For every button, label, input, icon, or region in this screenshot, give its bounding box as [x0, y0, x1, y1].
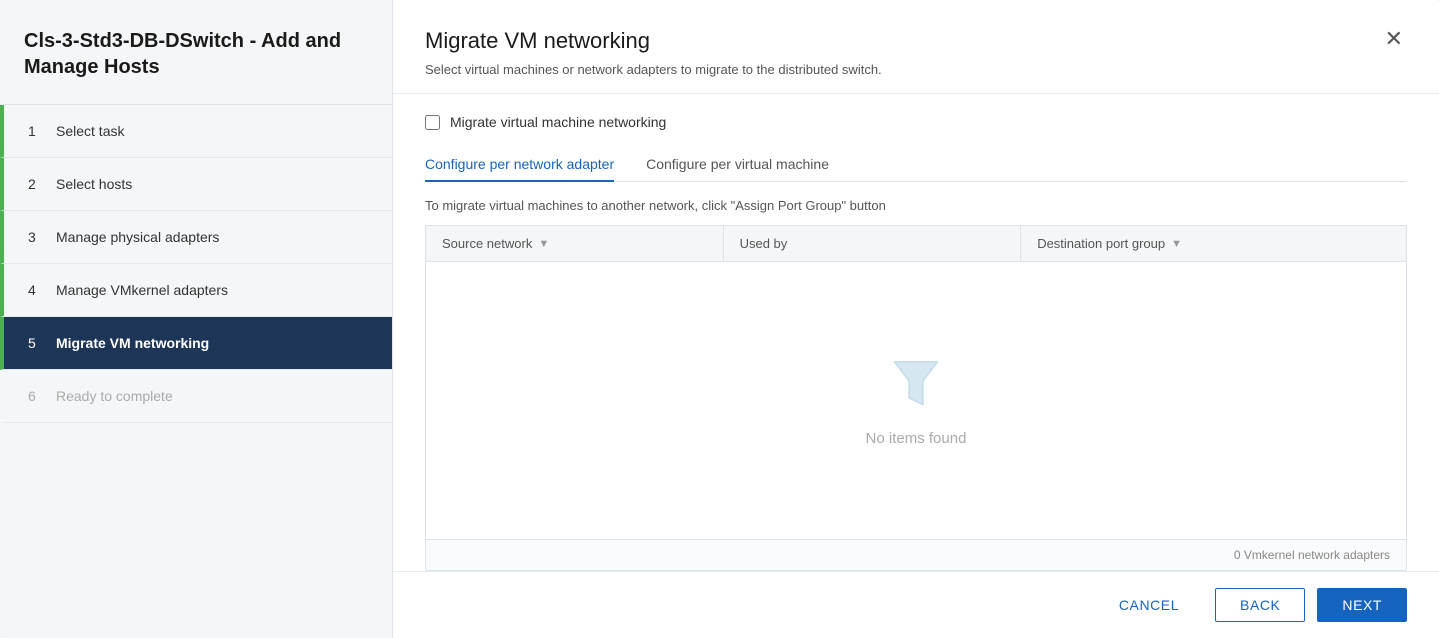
step-number: 3 [28, 229, 44, 245]
back-button[interactable]: BACK [1215, 588, 1305, 622]
step-number: 6 [28, 388, 44, 404]
migrate-checkbox-row: Migrate virtual machine networking [425, 114, 1407, 130]
info-text: To migrate virtual machines to another n… [425, 198, 1407, 213]
sidebar-step-select-task[interactable]: 1 Select task [0, 105, 392, 158]
tab-1[interactable]: Configure per virtual machine [646, 148, 829, 182]
step-label: Select task [56, 123, 124, 139]
tabs-bar: Configure per network adapter Configure p… [425, 148, 1407, 182]
content-panel: Migrate VM networking Select virtual mac… [393, 0, 1439, 638]
empty-state: No items found [866, 355, 967, 447]
col-source-network: Source network ▼ [426, 226, 724, 261]
step-number: 4 [28, 282, 44, 298]
col-destination: Destination port group ▼ [1021, 226, 1406, 261]
migrate-checkbox-label[interactable]: Migrate virtual machine networking [450, 114, 666, 130]
sidebar-steps: 1 Select task2 Select hosts3 Manage phys… [0, 105, 392, 638]
content-body: Migrate virtual machine networking Confi… [393, 94, 1439, 571]
source-filter-icon[interactable]: ▼ [538, 238, 549, 250]
page-title: Migrate VM networking [425, 28, 882, 54]
page-subtitle: Select virtual machines or network adapt… [425, 62, 882, 77]
cancel-button[interactable]: CANCEL [1095, 589, 1203, 621]
step-number: 2 [28, 176, 44, 192]
next-button[interactable]: NEXT [1317, 588, 1407, 622]
content-footer: CANCEL BACK NEXT [393, 571, 1439, 638]
sidebar-step-select-hosts[interactable]: 2 Select hosts [0, 158, 392, 211]
table-footer: 0 Vmkernel network adapters [426, 539, 1406, 570]
step-number: 5 [28, 335, 44, 351]
sidebar-title: Cls-3-Std3-DB-DSwitch - Add and Manage H… [0, 0, 392, 105]
step-label: Manage VMkernel adapters [56, 282, 228, 298]
close-button[interactable]: ✕ [1381, 28, 1407, 50]
content-header: Migrate VM networking Select virtual mac… [393, 0, 1439, 94]
sidebar: Cls-3-Std3-DB-DSwitch - Add and Manage H… [0, 0, 393, 638]
step-label: Manage physical adapters [56, 229, 219, 245]
table-body: No items found [426, 262, 1406, 539]
sidebar-step-migrate-vm-networking[interactable]: 5 Migrate VM networking [0, 317, 392, 370]
step-label: Ready to complete [56, 388, 173, 404]
adapter-table: Source network ▼ Used by Destination por… [425, 225, 1407, 571]
sidebar-step-ready-to-complete: 6 Ready to complete [0, 370, 392, 423]
sidebar-step-manage-physical-adapters[interactable]: 3 Manage physical adapters [0, 211, 392, 264]
step-label: Select hosts [56, 176, 132, 192]
col-used-by: Used by [724, 226, 1022, 261]
step-number: 1 [28, 123, 44, 139]
no-items-text: No items found [866, 430, 967, 447]
tab-0[interactable]: Configure per network adapter [425, 148, 614, 182]
table-header: Source network ▼ Used by Destination por… [426, 226, 1406, 262]
empty-funnel-icon [886, 355, 946, 418]
migrate-checkbox[interactable] [425, 115, 440, 130]
dialog-wrapper: Cls-3-Std3-DB-DSwitch - Add and Manage H… [0, 0, 1439, 638]
step-label: Migrate VM networking [56, 335, 209, 351]
dest-filter-icon[interactable]: ▼ [1171, 238, 1182, 250]
sidebar-step-manage-vmkernel-adapters[interactable]: 4 Manage VMkernel adapters [0, 264, 392, 317]
